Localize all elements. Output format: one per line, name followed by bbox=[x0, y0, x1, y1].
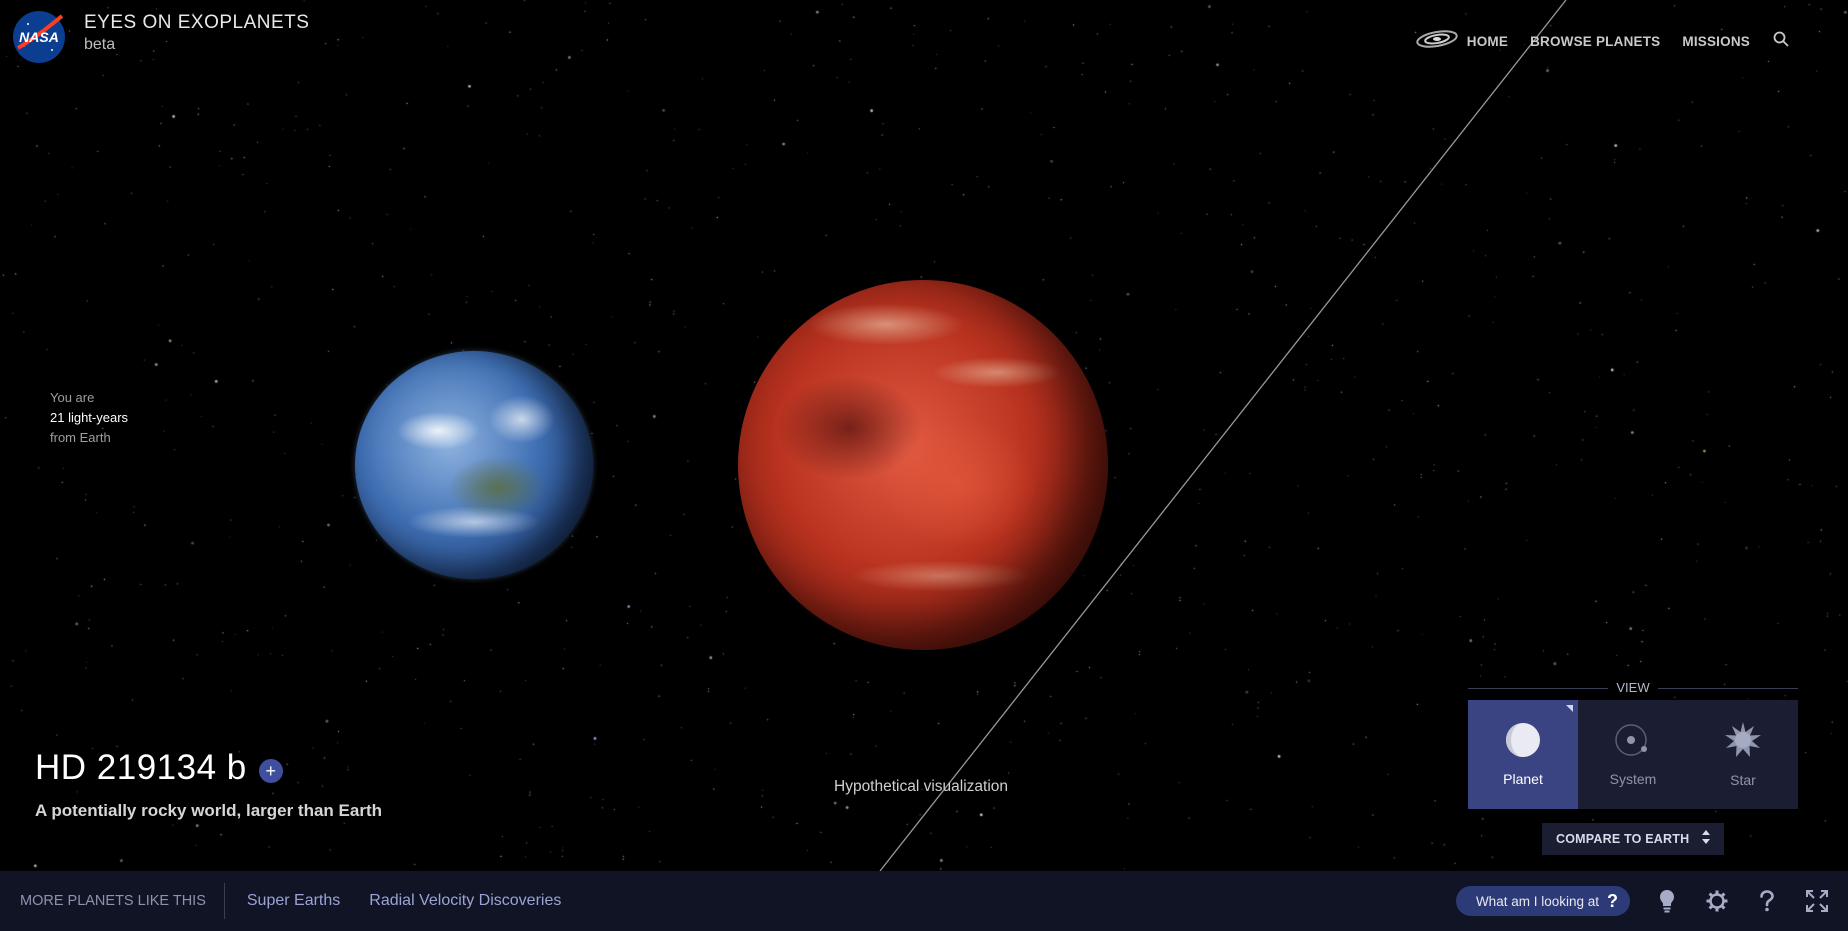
distance-prefix: You are bbox=[50, 390, 95, 405]
galaxy-icon bbox=[1415, 28, 1459, 55]
nasa-logo[interactable]: NASA bbox=[12, 10, 66, 64]
what-am-i-looking-at-label: What am I looking at bbox=[1475, 893, 1599, 909]
fullscreen-icon[interactable] bbox=[1804, 888, 1830, 914]
nav-home-label: HOME bbox=[1466, 34, 1509, 49]
view-label: VIEW bbox=[1608, 680, 1658, 695]
star-icon bbox=[1724, 721, 1762, 764]
bottom-right-tools: What am I looking at ? bbox=[1455, 871, 1830, 931]
view-option-star[interactable]: Star bbox=[1688, 700, 1798, 809]
bottom-bar: MORE PLANETS LIKE THIS Super Earths Radi… bbox=[0, 871, 1848, 931]
corner-indicator-icon bbox=[1566, 705, 1573, 712]
view-option-label: Planet bbox=[1503, 771, 1543, 787]
top-navigation: HOME BROWSE PLANETS MISSIONS bbox=[1415, 28, 1790, 55]
view-option-label: System bbox=[1609, 771, 1657, 787]
compare-to-earth-select[interactable]: COMPARE TO EARTH bbox=[1542, 823, 1724, 855]
view-section-label: VIEW bbox=[1468, 680, 1798, 696]
view-option-system[interactable]: System bbox=[1578, 700, 1688, 809]
system-icon bbox=[1614, 722, 1652, 763]
category-link-super-earths[interactable]: Super Earths bbox=[247, 892, 340, 910]
compare-label: COMPARE TO EARTH bbox=[1556, 832, 1690, 846]
brand: EYES ON EXOPLANETS beta bbox=[84, 12, 309, 54]
earth-planet-image bbox=[355, 351, 593, 579]
what-am-i-looking-at-button[interactable]: What am I looking at ? bbox=[1455, 886, 1630, 916]
category-link-radial-velocity[interactable]: Radial Velocity Discoveries bbox=[369, 892, 561, 910]
distance-readout: You are 21 light-years from Earth bbox=[50, 388, 128, 448]
updown-icon bbox=[1702, 829, 1710, 849]
distance-value: 21 light-years bbox=[50, 410, 129, 425]
more-planets-label: MORE PLANETS LIKE THIS bbox=[0, 883, 225, 919]
svg-text:NASA: NASA bbox=[19, 29, 59, 45]
planet-tagline: A potentially rocky world, larger than E… bbox=[35, 801, 382, 820]
question-mark-icon: ? bbox=[1607, 890, 1618, 911]
exoplanet-image bbox=[738, 280, 1108, 650]
hypothetical-visualization-label: Hypothetical visualization bbox=[834, 778, 1009, 795]
view-option-label: Star bbox=[1730, 772, 1756, 788]
nav-home[interactable]: HOME bbox=[1415, 28, 1508, 55]
nav-browse-planets[interactable]: BROWSE PLANETS bbox=[1530, 34, 1660, 49]
search-icon[interactable] bbox=[1772, 30, 1790, 53]
app-subtitle: beta bbox=[84, 36, 116, 53]
distance-suffix: from Earth bbox=[50, 430, 111, 445]
planet-name: HD 219134 b bbox=[35, 748, 247, 787]
help-icon[interactable] bbox=[1754, 888, 1780, 914]
view-option-planet[interactable]: Planet bbox=[1468, 700, 1578, 809]
add-planet-button[interactable]: + bbox=[258, 759, 283, 783]
gear-icon[interactable] bbox=[1704, 888, 1730, 914]
app-title: EYES ON EXOPLANETS bbox=[84, 12, 310, 33]
lightbulb-icon[interactable] bbox=[1654, 888, 1680, 914]
planet-icon bbox=[1505, 722, 1541, 763]
nav-missions[interactable]: MISSIONS bbox=[1682, 34, 1750, 49]
planet-title: HD 219134 b + bbox=[35, 748, 283, 788]
view-selector: Planet System Star bbox=[1468, 700, 1798, 809]
